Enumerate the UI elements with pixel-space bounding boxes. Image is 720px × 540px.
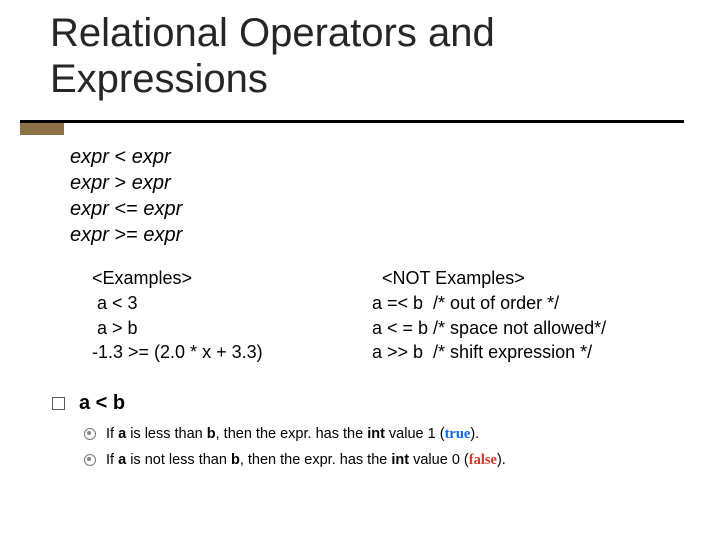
example-line: -1.3 >= (2.0 * x + 3.3) xyxy=(92,340,352,365)
examples-good-title: <Examples> xyxy=(92,266,352,291)
text: If a is less than b, then the expr. has … xyxy=(106,421,479,447)
op-lhs: expr xyxy=(70,224,109,246)
kw-false: false xyxy=(469,452,497,468)
var-a: a xyxy=(118,452,126,468)
examples-bad-title: <NOT Examples> xyxy=(372,266,672,291)
title-accent-block xyxy=(20,123,64,135)
slide-title: Relational Operators and Expressions xyxy=(50,10,680,102)
not-example-line: a =< b /* out of order */ xyxy=(372,291,672,316)
circle-bullet-icon xyxy=(84,454,96,466)
operator-forms: expr < expr expr > expr expr <= expr exp… xyxy=(70,144,182,248)
op-rhs: expr xyxy=(143,198,182,220)
op-symbol-le: <= xyxy=(114,198,137,220)
op-lhs: expr xyxy=(70,172,109,194)
var-a: a xyxy=(118,426,126,442)
op-le: expr <= expr xyxy=(70,196,182,222)
examples-bad: <NOT Examples> a =< b /* out of order */… xyxy=(372,266,672,365)
a-less-b-false-line: If a is not less than b, then the expr. … xyxy=(84,447,680,473)
t: , then the expr. has the xyxy=(240,452,392,468)
a-less-b-header: a < b xyxy=(52,392,680,415)
not-example-line: a >> b /* shift expression */ xyxy=(372,340,672,365)
var-b: b xyxy=(207,426,216,442)
op-ge: expr >= expr xyxy=(70,222,182,248)
not-example-line: a < = b /* space not allowed*/ xyxy=(372,316,672,341)
example-line: a > b xyxy=(92,316,352,341)
t: If xyxy=(106,452,118,468)
t: is less than xyxy=(126,426,207,442)
op-lt: expr < expr xyxy=(70,144,182,170)
title-underline xyxy=(20,120,684,123)
op-lhs: expr xyxy=(70,198,109,220)
op-symbol-gt: > xyxy=(114,172,126,194)
op-lhs: expr xyxy=(70,146,109,168)
examples-good: <Examples> a < 3 a > b -1.3 >= (2.0 * x … xyxy=(92,266,352,365)
a-less-b-text: a < b xyxy=(79,392,125,415)
text: If a is not less than b, then the expr. … xyxy=(106,447,506,473)
t: value 0 ( xyxy=(409,452,469,468)
op-symbol-lt: < xyxy=(114,146,126,168)
op-symbol-ge: >= xyxy=(114,224,137,246)
example-line: a < 3 xyxy=(92,291,352,316)
t: ). xyxy=(470,426,479,442)
kw-true: true xyxy=(445,426,471,442)
t: , then the expr. has the xyxy=(216,426,368,442)
t: If xyxy=(106,426,118,442)
op-rhs: expr xyxy=(132,172,171,194)
kw-int: int xyxy=(391,452,409,468)
kw-int: int xyxy=(367,426,385,442)
t: ). xyxy=(497,452,506,468)
t: is not less than xyxy=(126,452,231,468)
op-gt: expr > expr xyxy=(70,170,182,196)
examples-block: <Examples> a < 3 a > b -1.3 >= (2.0 * x … xyxy=(92,266,672,365)
square-bullet-icon xyxy=(52,397,65,410)
op-rhs: expr xyxy=(132,146,171,168)
a-less-b-block: a < b If a is less than b, then the expr… xyxy=(52,392,680,473)
var-b: b xyxy=(231,452,240,468)
op-rhs: expr xyxy=(143,224,182,246)
t: value 1 ( xyxy=(385,426,445,442)
circle-bullet-icon xyxy=(84,428,96,440)
a-less-b-true-line: If a is less than b, then the expr. has … xyxy=(84,421,680,447)
